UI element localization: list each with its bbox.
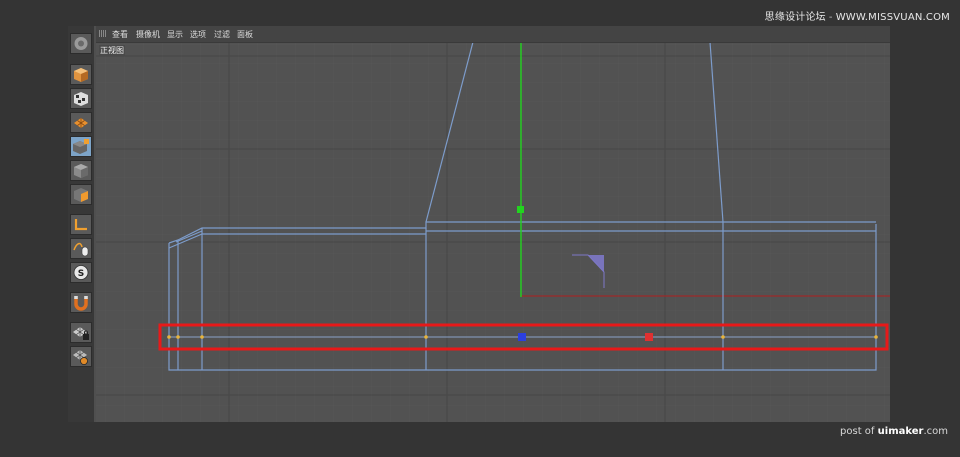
object-mode-button[interactable] xyxy=(70,160,92,181)
editor-window: S 查看 摄像机 显示 选项 过滤 面板 正视图 xyxy=(68,26,890,422)
texture-grid-icon xyxy=(74,118,88,128)
cube-model-icon xyxy=(74,68,88,82)
app-logo-button[interactable] xyxy=(70,33,92,54)
cube-model-button[interactable] xyxy=(70,64,92,85)
lock-grid-button[interactable] xyxy=(70,322,92,343)
watermark-site-url: WWW.MISSVUAN.COM xyxy=(835,12,950,23)
scene-canvas[interactable] xyxy=(96,26,890,422)
axis-tool-button[interactable] xyxy=(70,214,92,235)
viewport-front[interactable]: 查看 摄像机 显示 选项 过滤 面板 正视图 xyxy=(96,26,890,422)
live-select-button[interactable] xyxy=(70,136,92,157)
checker-model-button[interactable] xyxy=(70,88,92,109)
live-select-icon xyxy=(73,139,89,154)
app-frame: 思缘设计论坛 - WWW.MISSVUAN.COM S 查看 摄像机 显示 选项… xyxy=(0,0,960,457)
blue-point-handle xyxy=(518,333,526,341)
snap-button[interactable]: S xyxy=(70,262,92,283)
magnet-button[interactable] xyxy=(70,292,92,313)
mouse-tweak-icon xyxy=(73,242,89,257)
watermark-prefix: post of xyxy=(840,426,875,437)
watermark-site-cn: 思缘设计论坛 xyxy=(764,12,826,23)
viewport-label: 正视图 xyxy=(99,45,125,56)
grid-settings-icon xyxy=(73,350,88,365)
menu-filter[interactable]: 过滤 xyxy=(214,29,230,40)
viewport-menubar: 查看 摄像机 显示 选项 过滤 面板 xyxy=(96,26,890,43)
texture-grid-button[interactable] xyxy=(70,112,92,133)
svg-text:S: S xyxy=(78,269,84,279)
menu-panel[interactable]: 面板 xyxy=(237,29,253,40)
axis-tool-icon xyxy=(74,219,87,231)
menu-cameras[interactable]: 摄像机 xyxy=(136,29,160,40)
app-logo-icon xyxy=(74,37,88,50)
magnet-icon xyxy=(74,296,88,311)
y-axis-handle[interactable] xyxy=(517,206,524,213)
watermark-top: 思缘设计论坛 - WWW.MISSVUAN.COM xyxy=(764,12,950,23)
menu-options[interactable]: 选项 xyxy=(190,29,206,40)
polygon-mode-button[interactable] xyxy=(70,184,92,205)
left-toolbar: S xyxy=(68,26,94,422)
object-mode-icon xyxy=(74,164,88,178)
checker-model-icon xyxy=(74,92,88,106)
menu-display[interactable]: 显示 xyxy=(167,29,183,40)
lock-grid-icon xyxy=(73,327,89,340)
watermark-suffix: .com xyxy=(923,426,948,437)
menubar-grip-icon[interactable] xyxy=(99,30,106,37)
grid-settings-button[interactable] xyxy=(70,346,92,367)
red-point-handle xyxy=(645,333,653,341)
watermark-bottom: post of uimaker.com xyxy=(840,426,948,437)
snap-s-icon: S xyxy=(73,265,89,280)
polygon-mode-icon xyxy=(74,188,88,202)
watermark-brand: uimaker xyxy=(877,426,924,437)
menu-view[interactable]: 查看 xyxy=(112,29,128,40)
mouse-tweak-button[interactable] xyxy=(70,238,92,259)
